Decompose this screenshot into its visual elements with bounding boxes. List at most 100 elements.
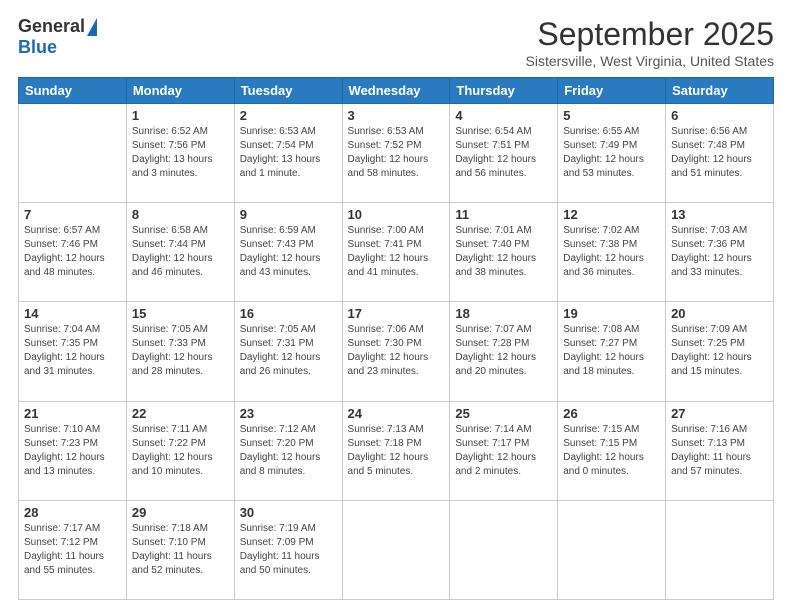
calendar-cell: 26Sunrise: 7:15 AM Sunset: 7:15 PM Dayli… [558,401,666,500]
calendar-cell: 5 Sunrise: 6:55 AM Sunset: 7:49 PM Daylig… [558,104,666,203]
calendar-cell: 12 Sunrise: 7:02 AM Sunset: 7:38 PM Dayli… [558,203,666,302]
day-number: 9 [240,207,337,222]
day-number: 4 [455,108,552,123]
day-info: Sunrise: 7:06 AM Sunset: 7:30 PM Dayligh… [348,323,445,379]
col-friday: Friday [558,78,666,104]
day-info: Sunrise: 6:59 AM Sunset: 7:43 PM Dayligh… [240,224,337,280]
day-info: Sunrise: 7:14 AM Sunset: 7:17 PM Dayligh… [455,423,552,479]
calendar-cell: 21 Sunrise: 7:10 AM Sunset: 7:23 PM Dayli… [19,401,127,500]
title-section: September 2025 Sistersville, West Virgin… [526,16,774,69]
calendar-cell [450,500,558,599]
day-number: 12 [563,207,660,222]
day-number: 25 [455,406,552,421]
day-number: 6 [671,108,768,123]
month-title: September 2025 [526,16,774,53]
calendar-cell: 13 Sunrise: 7:03 AM Sunset: 7:36 PM Dayli… [666,203,774,302]
calendar-header-row: Sunday Monday Tuesday Wednesday Thursday… [19,78,774,104]
day-info: Sunrise: 6:56 AM Sunset: 7:48 PM Dayligh… [671,125,768,181]
day-number: 20 [671,306,768,321]
calendar-cell: 19 Sunrise: 7:08 AM Sunset: 7:27 PM Dayli… [558,302,666,401]
day-number: 16 [240,306,337,321]
calendar-week-4: 21 Sunrise: 7:10 AM Sunset: 7:23 PM Dayli… [19,401,774,500]
col-saturday: Saturday [666,78,774,104]
col-thursday: Thursday [450,78,558,104]
calendar-cell: 11 Sunrise: 7:01 AM Sunset: 7:40 PM Dayli… [450,203,558,302]
day-number: 19 [563,306,660,321]
day-info: Sunrise: 7:11 AM Sunset: 7:22 PM Dayligh… [132,423,229,479]
calendar-cell: 29 Sunrise: 7:18 AM Sunset: 7:10 PM Dayli… [126,500,234,599]
day-info: Sunrise: 7:02 AM Sunset: 7:38 PM Dayligh… [563,224,660,280]
location-subtitle: Sistersville, West Virginia, United Stat… [526,53,774,69]
day-number: 10 [348,207,445,222]
day-number: 3 [348,108,445,123]
day-info: Sunrise: 7:03 AM Sunset: 7:36 PM Dayligh… [671,224,768,280]
day-number: 18 [455,306,552,321]
day-number: 7 [24,207,121,222]
day-info: Sunrise: 7:16 AM Sunset: 7:13 PM Dayligh… [671,423,768,479]
day-info: Sunrise: 6:57 AM Sunset: 7:46 PM Dayligh… [24,224,121,280]
col-wednesday: Wednesday [342,78,450,104]
day-info: Sunrise: 6:55 AM Sunset: 7:49 PM Dayligh… [563,125,660,181]
calendar-cell: 14 Sunrise: 7:04 AM Sunset: 7:35 PM Dayli… [19,302,127,401]
calendar-cell: 16 Sunrise: 7:05 AM Sunset: 7:31 PM Dayli… [234,302,342,401]
calendar-cell: 4 Sunrise: 6:54 AM Sunset: 7:51 PM Daylig… [450,104,558,203]
day-info: Sunrise: 6:54 AM Sunset: 7:51 PM Dayligh… [455,125,552,181]
header: General Blue September 2025 Sistersville… [18,16,774,69]
day-number: 23 [240,406,337,421]
day-info: Sunrise: 6:53 AM Sunset: 7:52 PM Dayligh… [348,125,445,181]
day-number: 21 [24,406,121,421]
logo-blue-text: Blue [18,37,57,58]
calendar-cell: 10Sunrise: 7:00 AM Sunset: 7:41 PM Dayli… [342,203,450,302]
day-info: Sunrise: 7:13 AM Sunset: 7:18 PM Dayligh… [348,423,445,479]
logo-triangle-icon [87,18,97,36]
calendar-cell: 20 Sunrise: 7:09 AM Sunset: 7:25 PM Dayli… [666,302,774,401]
day-info: Sunrise: 7:12 AM Sunset: 7:20 PM Dayligh… [240,423,337,479]
day-info: Sunrise: 6:52 AM Sunset: 7:56 PM Dayligh… [132,125,229,181]
calendar-week-3: 14 Sunrise: 7:04 AM Sunset: 7:35 PM Dayli… [19,302,774,401]
day-info: Sunrise: 7:19 AM Sunset: 7:09 PM Dayligh… [240,522,337,578]
day-info: Sunrise: 7:08 AM Sunset: 7:27 PM Dayligh… [563,323,660,379]
day-info: Sunrise: 6:58 AM Sunset: 7:44 PM Dayligh… [132,224,229,280]
day-number: 28 [24,505,121,520]
col-sunday: Sunday [19,78,127,104]
day-info: Sunrise: 7:04 AM Sunset: 7:35 PM Dayligh… [24,323,121,379]
calendar-week-5: 28Sunrise: 7:17 AM Sunset: 7:12 PM Dayli… [19,500,774,599]
day-number: 15 [132,306,229,321]
calendar-cell: 23 Sunrise: 7:12 AM Sunset: 7:20 PM Dayli… [234,401,342,500]
day-info: Sunrise: 7:05 AM Sunset: 7:31 PM Dayligh… [240,323,337,379]
day-number: 1 [132,108,229,123]
calendar-cell: 22 Sunrise: 7:11 AM Sunset: 7:22 PM Dayli… [126,401,234,500]
logo: General Blue [18,16,97,58]
day-number: 13 [671,207,768,222]
col-monday: Monday [126,78,234,104]
calendar-cell: 17Sunrise: 7:06 AM Sunset: 7:30 PM Dayli… [342,302,450,401]
day-info: Sunrise: 7:18 AM Sunset: 7:10 PM Dayligh… [132,522,229,578]
day-info: Sunrise: 7:10 AM Sunset: 7:23 PM Dayligh… [24,423,121,479]
calendar-cell: 7 Sunrise: 6:57 AM Sunset: 7:46 PM Daylig… [19,203,127,302]
day-number: 11 [455,207,552,222]
day-info: Sunrise: 7:01 AM Sunset: 7:40 PM Dayligh… [455,224,552,280]
day-number: 5 [563,108,660,123]
day-info: Sunrise: 7:15 AM Sunset: 7:15 PM Dayligh… [563,423,660,479]
day-info: Sunrise: 7:05 AM Sunset: 7:33 PM Dayligh… [132,323,229,379]
calendar-cell: 28Sunrise: 7:17 AM Sunset: 7:12 PM Dayli… [19,500,127,599]
calendar-cell [19,104,127,203]
col-tuesday: Tuesday [234,78,342,104]
day-number: 8 [132,207,229,222]
calendar-cell: 9 Sunrise: 6:59 AM Sunset: 7:43 PM Daylig… [234,203,342,302]
page: General Blue September 2025 Sistersville… [0,0,792,612]
day-number: 27 [671,406,768,421]
calendar-cell: 24Sunrise: 7:13 AM Sunset: 7:18 PM Dayli… [342,401,450,500]
day-number: 29 [132,505,229,520]
calendar-cell: 2Sunrise: 6:53 AM Sunset: 7:54 PM Daylig… [234,104,342,203]
calendar-cell: 18Sunrise: 7:07 AM Sunset: 7:28 PM Dayli… [450,302,558,401]
calendar-cell: 1 Sunrise: 6:52 AM Sunset: 7:56 PM Daylig… [126,104,234,203]
calendar-cell [666,500,774,599]
logo-general-text: General [18,16,85,37]
calendar-cell: 6 Sunrise: 6:56 AM Sunset: 7:48 PM Daylig… [666,104,774,203]
day-number: 22 [132,406,229,421]
day-number: 30 [240,505,337,520]
day-info: Sunrise: 7:09 AM Sunset: 7:25 PM Dayligh… [671,323,768,379]
day-number: 2 [240,108,337,123]
day-number: 14 [24,306,121,321]
